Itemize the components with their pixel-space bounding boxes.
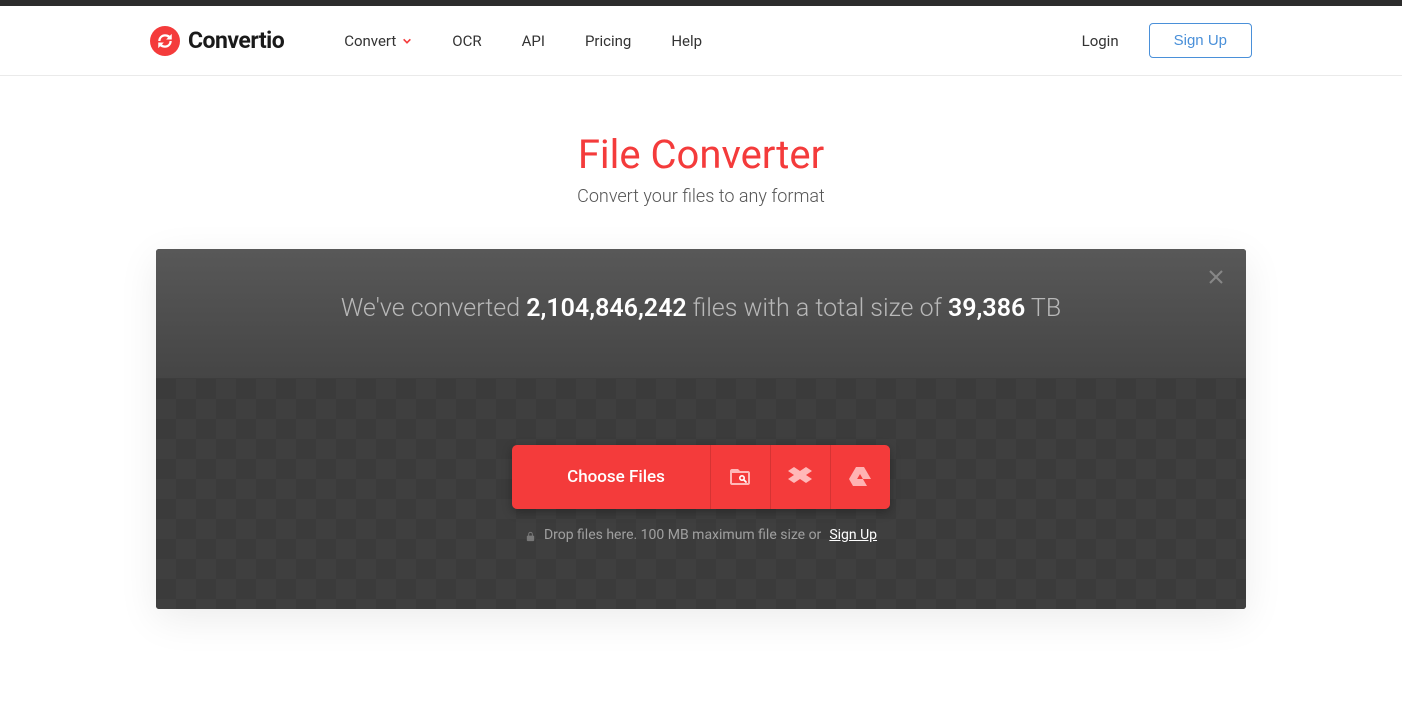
converter-box: We've converted 2,104,846,242 files with…	[156, 249, 1246, 609]
page-title: File Converter	[0, 131, 1402, 178]
stats-size: 39,386	[948, 294, 1025, 323]
nav-ocr[interactable]: OCR	[452, 32, 481, 50]
google-drive-icon[interactable]	[830, 445, 890, 509]
stats-prefix: We've converted	[341, 294, 526, 323]
close-icon[interactable]	[1208, 269, 1224, 285]
nav-ocr-label: OCR	[452, 32, 481, 50]
nav-api[interactable]: API	[522, 32, 545, 50]
nav: Convert OCR API Pricing Help	[344, 32, 1081, 50]
nav-convert[interactable]: Convert	[344, 32, 412, 50]
header: Convertio Convert OCR API Pricing Help L…	[0, 6, 1402, 76]
nav-pricing-label: Pricing	[585, 32, 631, 50]
login-link[interactable]: Login	[1082, 32, 1119, 50]
stats-text: We've converted 2,104,846,242 files with…	[186, 294, 1216, 323]
drop-hint-text: Drop files here. 100 MB maximum file siz…	[544, 527, 821, 543]
choose-files-button[interactable]: Choose Files	[512, 445, 710, 509]
hero: File Converter Convert your files to any…	[0, 76, 1402, 237]
signup-button[interactable]: Sign Up	[1149, 23, 1252, 58]
logo[interactable]: Convertio	[150, 26, 284, 56]
nav-convert-label: Convert	[344, 32, 396, 50]
stats-middle: files with a total size of	[687, 294, 948, 323]
page-subtitle: Convert your files to any format	[0, 186, 1402, 207]
nav-help-label: Help	[671, 32, 702, 50]
drop-area[interactable]: Choose Files	[156, 379, 1246, 609]
stats-unit: TB	[1025, 294, 1061, 323]
dropbox-icon[interactable]	[770, 445, 830, 509]
chevron-down-icon	[402, 36, 412, 46]
drop-hint: Drop files here. 100 MB maximum file siz…	[525, 527, 877, 543]
file-browse-icon[interactable]	[710, 445, 770, 509]
choose-files: Choose Files	[512, 445, 890, 509]
logo-text: Convertio	[188, 27, 284, 54]
lock-icon	[525, 530, 536, 541]
nav-api-label: API	[522, 32, 545, 50]
auth: Login Sign Up	[1082, 23, 1252, 58]
logo-icon	[150, 26, 180, 56]
nav-help[interactable]: Help	[671, 32, 702, 50]
stats-files-count: 2,104,846,242	[526, 294, 686, 323]
nav-pricing[interactable]: Pricing	[585, 32, 631, 50]
stats-bar: We've converted 2,104,846,242 files with…	[156, 249, 1246, 379]
drop-hint-signup-link[interactable]: Sign Up	[829, 527, 877, 543]
